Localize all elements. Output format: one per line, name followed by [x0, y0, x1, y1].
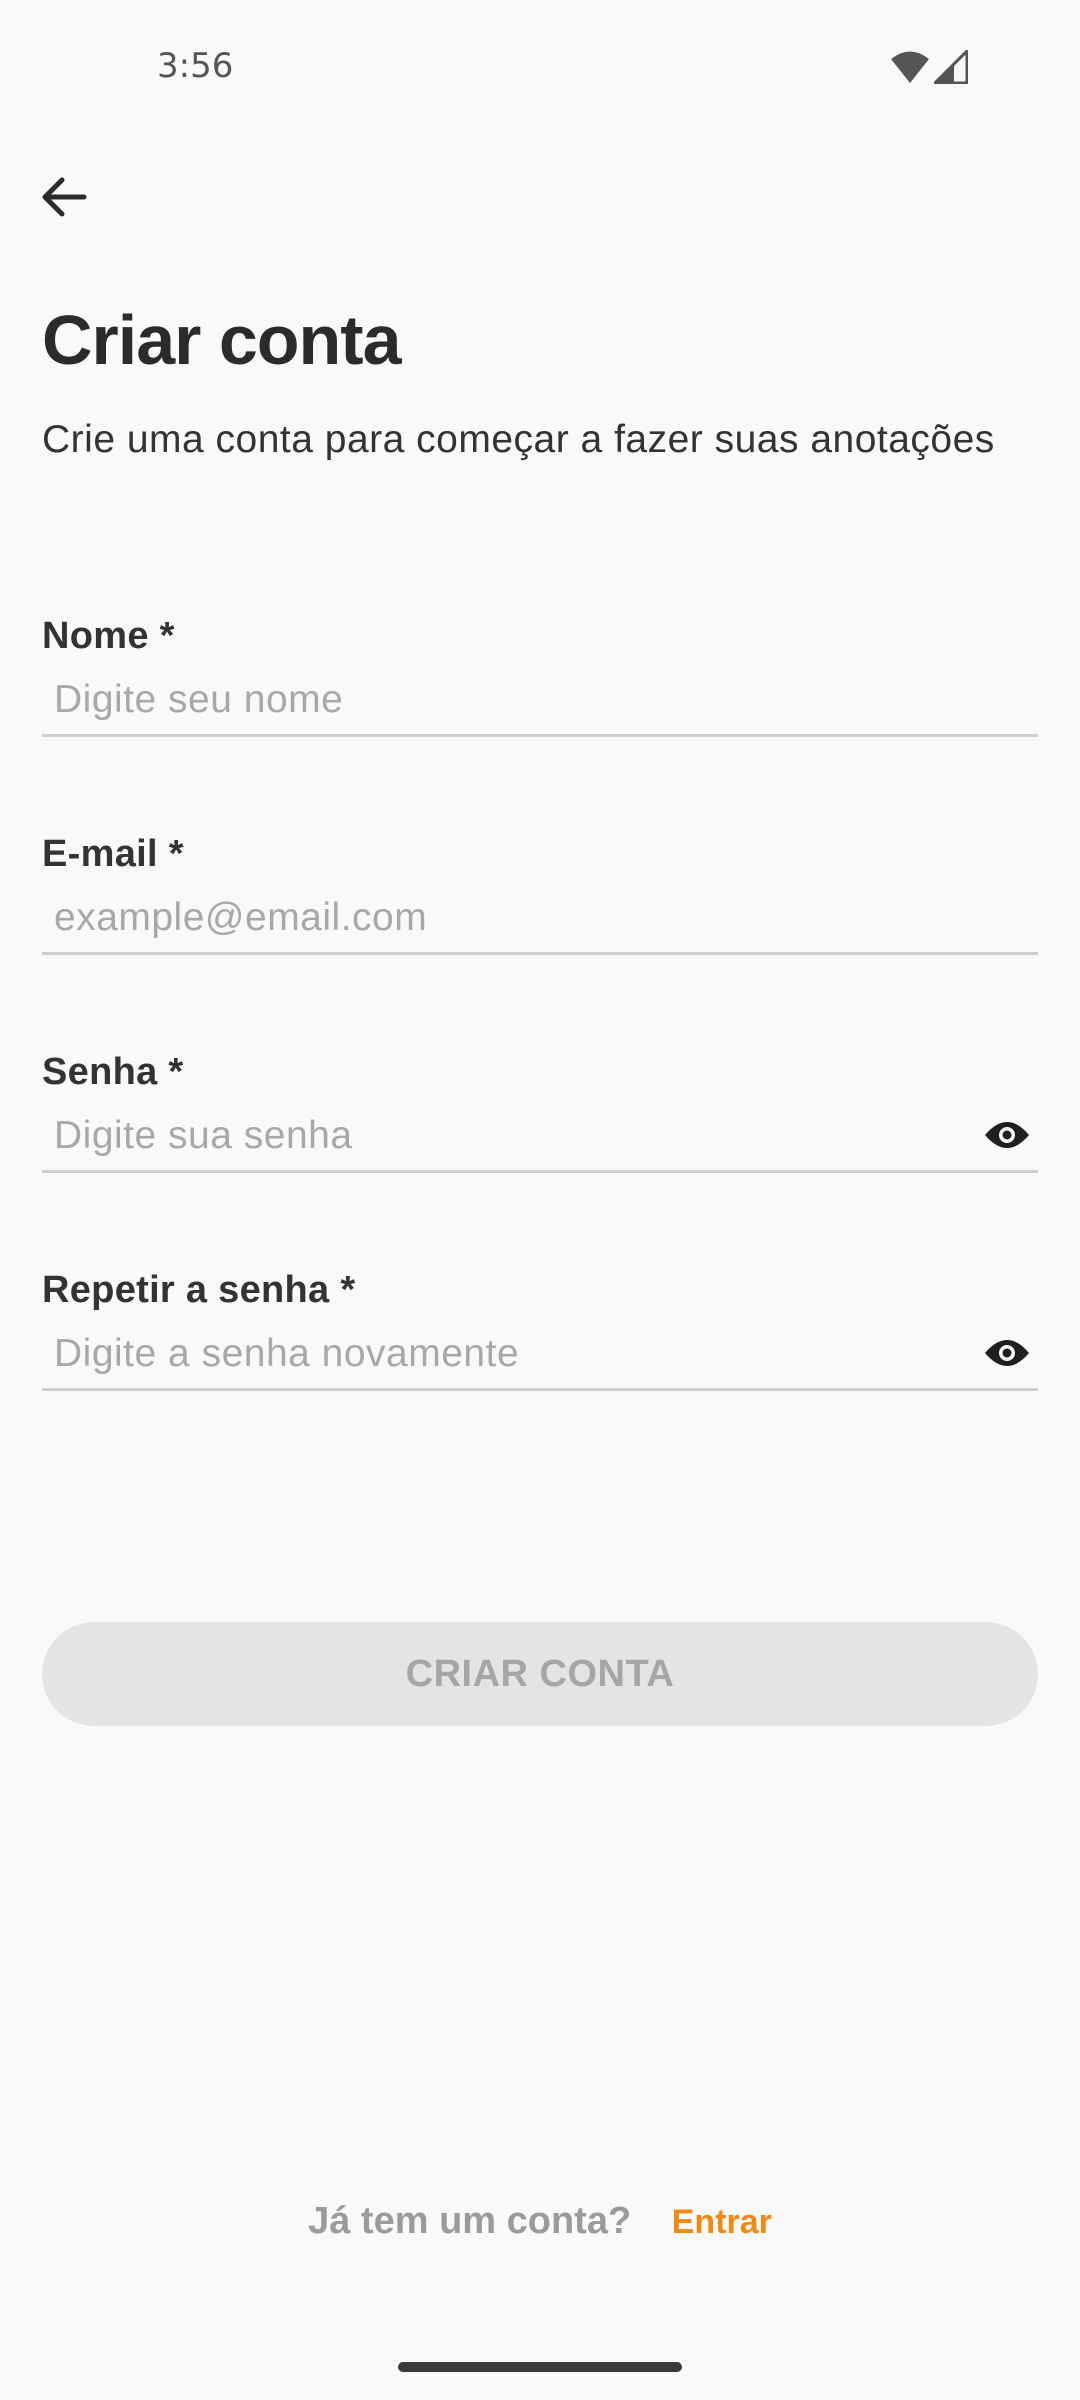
- eye-icon: [984, 1337, 1030, 1374]
- password-repeat-input[interactable]: [42, 1324, 954, 1384]
- email-input[interactable]: [42, 888, 954, 948]
- password-field: Senha *: [42, 1048, 1038, 1173]
- password-input-row: [42, 1106, 1038, 1173]
- email-label: E-mail *: [42, 833, 184, 875]
- cellular-signal-icon: [931, 47, 969, 89]
- password-repeat-input-row: [42, 1324, 1038, 1391]
- status-icons: [890, 47, 969, 89]
- arrow-left-icon: [40, 175, 88, 224]
- login-prompt-text: Já tem um conta?: [308, 2200, 632, 2242]
- name-input-row: [42, 670, 1038, 737]
- name-input[interactable]: [42, 670, 954, 730]
- wifi-icon: [890, 50, 930, 89]
- name-field: Nome *: [42, 612, 1038, 737]
- password-repeat-label: Repetir a senha *: [42, 1269, 356, 1311]
- name-label: Nome *: [42, 615, 175, 657]
- login-prompt: Já tem um conta? Entrar: [0, 2200, 1080, 2243]
- eye-icon: [984, 1119, 1030, 1156]
- back-button[interactable]: [30, 165, 98, 233]
- page-subtitle: Crie uma conta para começar a fazer suas…: [42, 418, 995, 461]
- email-input-row: [42, 888, 1038, 955]
- password-visibility-toggle[interactable]: [982, 1112, 1032, 1162]
- page-title: Criar conta: [42, 301, 402, 379]
- status-time: 3:56: [157, 46, 234, 86]
- status-bar: 3:56: [0, 0, 1080, 130]
- create-account-button[interactable]: CRIAR CONTA: [42, 1622, 1038, 1726]
- login-link[interactable]: Entrar: [672, 2203, 772, 2241]
- email-field: E-mail *: [42, 830, 1038, 955]
- password-label: Senha *: [42, 1051, 184, 1093]
- password-input[interactable]: [42, 1106, 954, 1166]
- password-repeat-field: Repetir a senha *: [42, 1266, 1038, 1391]
- password-repeat-visibility-toggle[interactable]: [982, 1330, 1032, 1380]
- home-indicator[interactable]: [398, 2362, 682, 2372]
